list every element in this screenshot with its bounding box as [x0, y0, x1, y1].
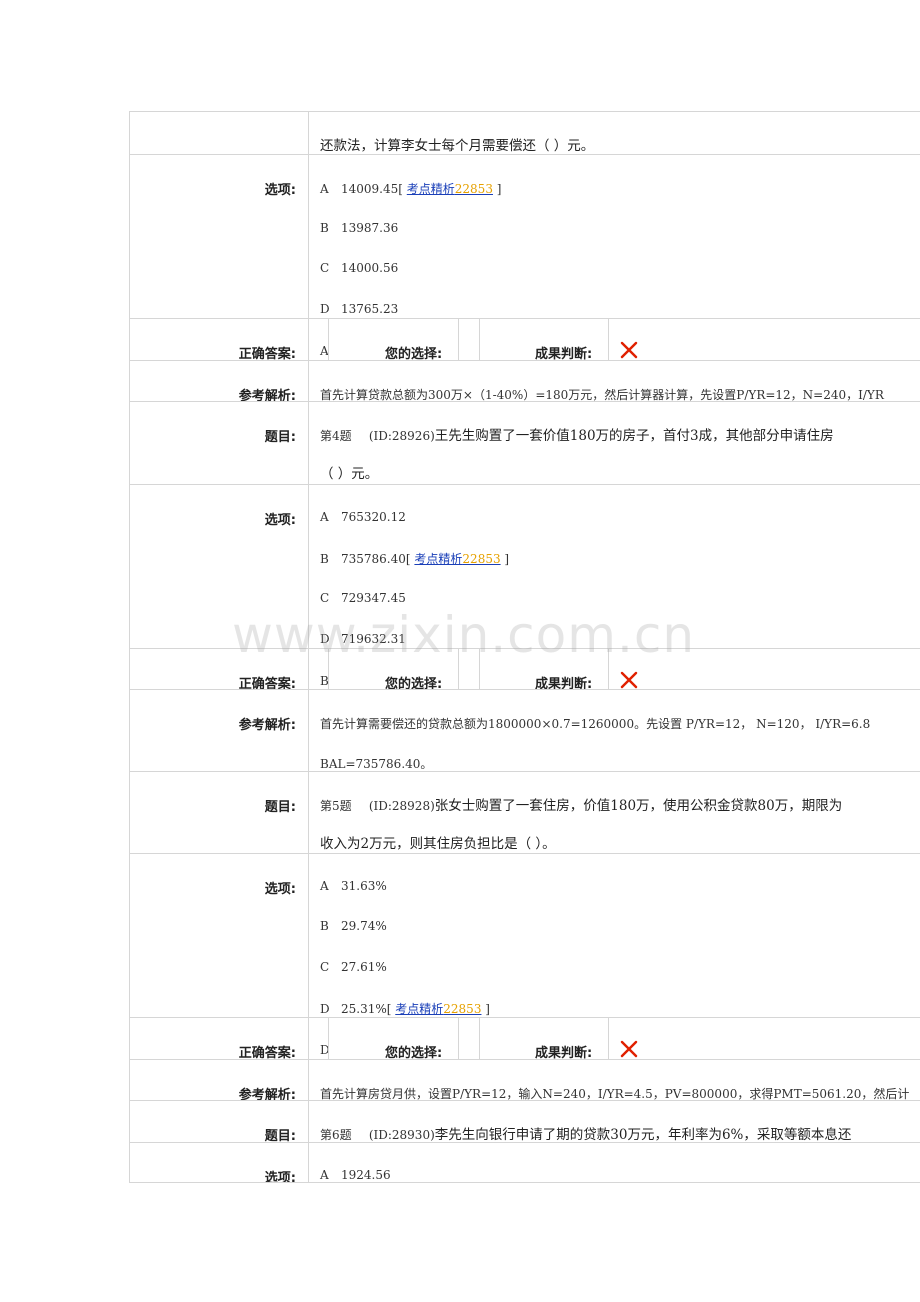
option-d[interactable]: D 25.31%[ 考点精析22853 ]: [320, 1000, 490, 1017]
analysis-text-line2: BAL=735786.40。: [320, 757, 433, 771]
x-icon: [620, 341, 638, 359]
question-text: 第6题 (ID:28930)李先生向银行申请了期的贷款30万元，年利率为6%，采…: [320, 1127, 852, 1143]
exam-point-link[interactable]: 考点精析22853: [407, 182, 493, 196]
options-label: 选项:: [264, 513, 296, 528]
option-b[interactable]: B 735786.40[ 考点精析22853 ]: [320, 550, 509, 567]
question-label: 题目:: [264, 800, 296, 815]
options-row: 选项: A 31.63% B 29.74% C 27.61% D 25.31%[ 考点精…: [130, 853, 920, 1017]
options-label: 选项:: [264, 882, 296, 897]
option-c[interactable]: C 27.61%: [320, 960, 387, 974]
analysis-label: 参考解析:: [238, 718, 296, 733]
exam-point-link[interactable]: 考点精析22853: [414, 552, 500, 566]
options-label: 选项:: [264, 1171, 296, 1183]
option-a[interactable]: A 14009.45[ 考点精析22853 ]: [320, 180, 501, 197]
analysis-text: 首先计算需要偿还的贷款总额为1800000×0.7=1260000。先设置 P/…: [320, 717, 871, 731]
analysis-row: 参考解析: 首先计算需要偿还的贷款总额为1800000×0.7=1260000。…: [130, 689, 920, 771]
question-label: 题目:: [264, 430, 296, 445]
x-icon: [620, 671, 638, 689]
option-c[interactable]: C 729347.45: [320, 591, 406, 605]
option-a[interactable]: A 1924.56: [320, 1168, 391, 1182]
options-row: 选项: A 1924.56: [130, 1142, 920, 1183]
option-a[interactable]: A 31.63%: [320, 879, 387, 893]
watermark: www.zixin.com.cn: [232, 606, 696, 664]
answer-row: 正确答案: A 您的选择: 成果判断:: [130, 318, 920, 362]
question-row: 还款法，计算李女士每个月需要偿还（ ）元。: [130, 112, 920, 154]
option-a[interactable]: A 765320.12: [320, 510, 406, 524]
question-row: 题目: 第6题 (ID:28930)李先生向银行申请了期的贷款30万元，年利率为…: [130, 1100, 920, 1144]
question-text: 还款法，计算李女士每个月需要偿还（ ）元。: [320, 138, 595, 154]
question-row: 题目: 第4题 (ID:28926)王先生购置了一套价值180万的房子，首付3成…: [130, 401, 920, 484]
question-row: 题目: 第5题 (ID:28928)张女士购置了一套住房，价值180万，使用公积…: [130, 771, 920, 853]
question-text: 第5题 (ID:28928)张女士购置了一套住房，价值180万，使用公积金贷款8…: [320, 798, 843, 814]
question-text-line2: （ ）元。: [320, 466, 379, 482]
option-b[interactable]: B 13987.36: [320, 221, 398, 235]
options-row: 选项: A 14009.45[ 考点精析22853 ] B 13987.36 C 14…: [130, 154, 920, 318]
x-icon: [620, 1040, 638, 1058]
exam-point-link[interactable]: 考点精析22853: [395, 1002, 481, 1016]
question-text: 第4题 (ID:28926)王先生购置了一套价值180万的房子，首付3成，其他部…: [320, 428, 834, 444]
options-label: 选项:: [264, 183, 296, 198]
answer-row: 正确答案: D 您的选择: 成果判断:: [130, 1017, 920, 1061]
analysis-row: 参考解析: 首先计算房贷月供，设置P/YR=12，输入N=240，I/YR=4.…: [130, 1059, 920, 1103]
analysis-row: 参考解析: 首先计算贷款总额为300万×（1-40%）=180万元，然后计算器计…: [130, 360, 920, 404]
option-d[interactable]: D 13765.23: [320, 302, 398, 316]
option-c[interactable]: C 14000.56: [320, 261, 398, 275]
option-b[interactable]: B 29.74%: [320, 919, 387, 933]
question-text-line2: 收入为2万元，则其住房负担比是（ ）。: [320, 836, 556, 852]
